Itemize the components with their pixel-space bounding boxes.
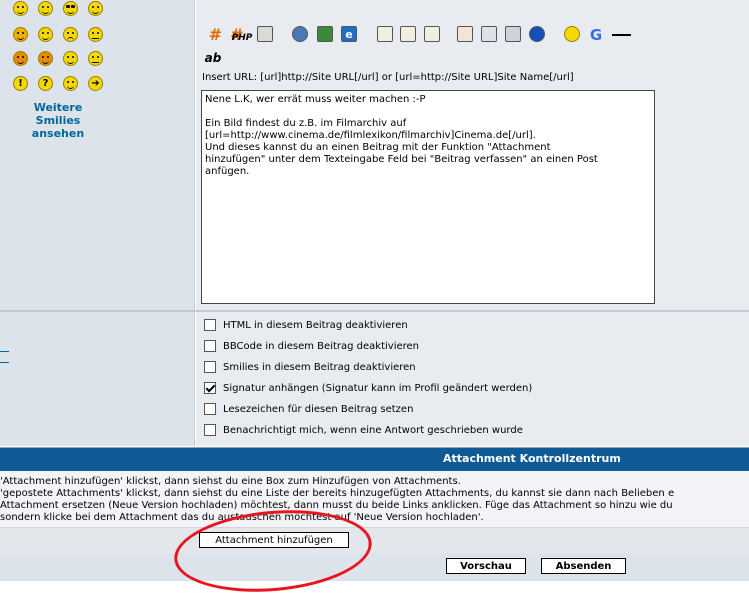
option-disable-smilies[interactable]: Smilies in diesem Beitrag deaktivieren [204,360,416,374]
option-label: Signatur anhängen (Signatur kann im Prof… [223,382,533,394]
attachment-help-line: sondern klicke bei dem Attachment das du… [0,512,484,523]
php-button[interactable]: PHP [231,33,253,43]
image-right-icon[interactable] [424,26,440,42]
quote-icon[interactable] [257,26,273,42]
image-icon[interactable] [377,26,393,42]
exclaim-icon[interactable]: ! [13,76,28,91]
checkbox[interactable] [204,340,216,352]
cut-link[interactable] [0,362,9,363]
video-icon[interactable] [481,26,497,42]
option-label: BBCode in diesem Beitrag deaktivieren [223,340,420,352]
flash-icon[interactable] [457,26,473,42]
internet-explorer-icon[interactable]: e [341,26,357,42]
smiley-button-icon[interactable] [564,26,580,42]
option-attach-signature[interactable]: Signatur anhängen (Signatur kann im Prof… [204,381,532,395]
checkbox[interactable] [204,319,216,331]
options-label-panel [0,312,195,446]
code-hash-icon[interactable]: # [207,25,224,44]
submit-button[interactable]: Absenden [541,558,626,574]
sound-icon[interactable] [505,26,521,42]
smiley-icon[interactable] [88,1,103,16]
attachment-title: Attachment Kontrollzentrum [443,452,621,465]
attachment-header [0,447,749,471]
option-label: HTML in diesem Beitrag deaktivieren [223,319,408,331]
smiley-evil-icon[interactable] [13,51,28,66]
option-notify-reply[interactable]: Benachrichtigt mich, wenn eine Antwort g… [204,423,523,437]
attachment-help-line: Attachment ersetzen (Neue Version hochla… [0,500,673,511]
smiley-angry-icon[interactable] [13,27,28,42]
message-textarea[interactable]: Nene L.K, wer errät muss weiter machen :… [201,90,655,304]
question-icon[interactable]: ? [38,76,53,91]
smiley-neutral-icon[interactable] [88,27,103,42]
globe-icon[interactable] [292,26,308,42]
smiley-idea-icon[interactable] [63,76,78,91]
option-disable-bbcode[interactable]: BBCode in diesem Beitrag deaktivieren [204,339,419,353]
cut-link[interactable] [0,351,9,352]
option-disable-html[interactable]: HTML in diesem Beitrag deaktivieren [204,318,408,332]
attachment-button-row [0,527,749,553]
option-label: Smilies in diesem Beitrag deaktivieren [223,361,416,373]
attachment-help-line: 'Attachment hinzufügen' klickst, dann si… [0,476,461,487]
smiley-icon[interactable] [38,27,53,42]
horizontal-rule-icon[interactable] [612,34,631,36]
preview-button[interactable]: Vorschau [446,558,526,574]
option-label: Benachrichtigt mich, wenn eine Antwort g… [223,424,523,436]
smiley-icon[interactable] [88,51,103,66]
attachment-help-line: 'gepostete Attachments' klickst, dann si… [0,488,675,499]
arrow-icon[interactable]: ➔ [88,76,103,91]
submit-row [0,553,749,581]
checkbox[interactable] [204,403,216,415]
insert-url-hint: Insert URL: [url]http://Site URL[/url] o… [202,72,574,83]
checkbox-checked[interactable] [204,382,216,394]
smiley-roll-icon[interactable] [63,51,78,66]
smiley-twisted-icon[interactable] [38,51,53,66]
smiley-sad-icon[interactable] [63,27,78,42]
checkbox[interactable] [204,361,216,373]
option-bookmark[interactable]: Lesezeichen für diesen Beitrag setzen [204,402,413,416]
google-icon[interactable]: G [589,26,603,44]
smilies-panel [0,0,195,310]
reload-icon[interactable] [317,26,333,42]
strikethrough-ab-icon[interactable]: ab [203,49,223,66]
add-attachment-button[interactable]: Attachment hinzufügen [199,532,349,548]
smiley-cool-icon[interactable] [63,1,78,16]
image-left-icon[interactable] [400,26,416,42]
page-bottom [0,581,749,601]
smiley-icon[interactable] [13,1,28,16]
smiley-icon[interactable] [38,1,53,16]
checkbox[interactable] [204,424,216,436]
option-label: Lesezeichen für diesen Beitrag setzen [223,403,414,415]
more-smilies-link[interactable]: Weitere Smilies ansehen [20,101,96,140]
speech-bubble-icon[interactable] [529,26,545,42]
